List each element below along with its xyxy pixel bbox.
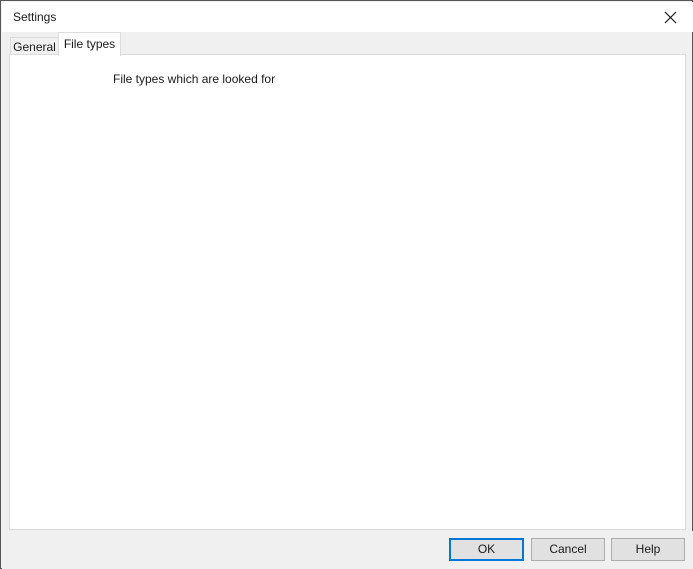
groupbox-title: File types which are looked for bbox=[109, 72, 279, 86]
settings-dialog: Settings General File types bbox=[0, 0, 693, 569]
title-bar: Settings bbox=[2, 2, 693, 32]
file-types-tab-page bbox=[9, 54, 686, 530]
tab-file-types[interactable]: File types bbox=[58, 32, 121, 56]
help-button[interactable]: Help bbox=[611, 538, 685, 561]
ok-button[interactable]: OK bbox=[449, 538, 524, 561]
close-button[interactable] bbox=[653, 2, 687, 32]
cancel-button[interactable]: Cancel bbox=[531, 538, 605, 561]
dialog-footer: OK Cancel Help bbox=[2, 531, 693, 569]
window-title: Settings bbox=[13, 2, 56, 32]
close-icon bbox=[664, 11, 677, 24]
